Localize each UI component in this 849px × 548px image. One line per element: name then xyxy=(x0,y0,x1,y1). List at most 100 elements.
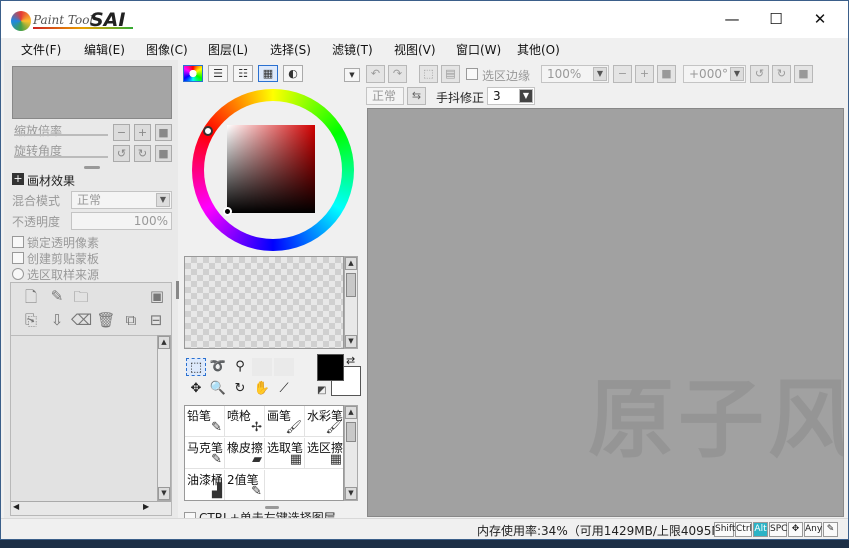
brush-pencil[interactable]: 铅笔 ✎ xyxy=(185,406,225,437)
hue-ring[interactable] xyxy=(192,89,354,251)
stabilizer-select[interactable]: 3 ▼ xyxy=(487,87,535,105)
mask-icon[interactable]: ▣ xyxy=(147,287,167,305)
scroll-down-icon[interactable]: ▼ xyxy=(345,335,357,348)
rotate-cw-icon[interactable]: ↻ xyxy=(772,65,791,83)
maximize-button[interactable]: ☐ xyxy=(753,5,799,33)
swatch-grid[interactable] xyxy=(184,256,344,349)
panel-menu-chevron-down-icon[interactable]: ▼ xyxy=(344,68,360,82)
brush-scrollbar[interactable]: ▲ ▼ xyxy=(344,405,358,501)
panel-splitter[interactable] xyxy=(84,166,100,169)
selection-edge-checkbox[interactable] xyxy=(466,68,478,80)
swap-colors-icon[interactable]: ⇄ xyxy=(346,354,355,367)
brush-airbrush[interactable]: 喷枪 ✢ xyxy=(225,406,265,437)
menu-view[interactable]: 视图(V) xyxy=(394,41,436,58)
scroll-up-icon[interactable]: ▲ xyxy=(345,257,357,270)
magic-wand-icon[interactable]: ⚲ xyxy=(230,358,250,376)
sv-marker[interactable] xyxy=(223,207,232,216)
zoom-select[interactable]: 100% ▼ xyxy=(541,65,609,83)
brush-select-pen[interactable]: 选取笔 ▦ xyxy=(265,438,305,469)
scroll-thumb[interactable] xyxy=(346,273,356,297)
flatten-icon[interactable]: ⊟ xyxy=(146,311,166,329)
menu-layer[interactable]: 图层(L) xyxy=(208,41,248,58)
layer-hscrollbar[interactable]: ◀ ▶ xyxy=(11,501,171,515)
deselect-icon[interactable]: ⬚ xyxy=(419,65,438,83)
brush-brush[interactable]: 画笔 🖌 xyxy=(265,406,305,437)
merge-layer-icon[interactable]: ⇩ xyxy=(47,311,67,329)
brush-eraser[interactable]: 橡皮擦 ▰ xyxy=(225,438,265,469)
zoom-in-button[interactable]: + xyxy=(134,124,151,141)
rotate-ccw-icon[interactable]: ↺ xyxy=(750,65,769,83)
scroll-up-icon[interactable]: ▲ xyxy=(345,406,357,419)
rotate-icon[interactable]: ↻ xyxy=(230,380,250,398)
palette-tab-icon[interactable]: ▦ xyxy=(258,65,278,82)
selection-source-radio[interactable] xyxy=(12,268,24,280)
zoom-fit-icon[interactable]: ■ xyxy=(657,65,676,83)
rotate-reset-icon[interactable]: ■ xyxy=(794,65,813,83)
close-button[interactable]: ✕ xyxy=(797,5,843,33)
clear-layer-icon[interactable]: ⌫ xyxy=(71,311,92,329)
swatch-scrollbar[interactable]: ▲ ▼ xyxy=(344,256,358,349)
brush-binary[interactable]: 2值笔 ✎ xyxy=(225,470,265,500)
menu-other[interactable]: 其他(O) xyxy=(517,41,560,58)
scroll-thumb[interactable] xyxy=(346,422,356,442)
rotate-reset-button[interactable]: ■ xyxy=(155,145,172,162)
scroll-up-icon[interactable]: ▲ xyxy=(158,336,170,349)
brush-watercolor[interactable]: 水彩笔 🖌 xyxy=(305,406,343,437)
brush-select-eraser[interactable]: 选区擦 ▦ xyxy=(305,438,343,469)
saturation-value-square[interactable] xyxy=(227,125,315,213)
left-panel-splitter[interactable] xyxy=(176,281,179,299)
lasso-icon[interactable]: ➰ xyxy=(208,358,228,376)
menu-window[interactable]: 窗口(W) xyxy=(456,41,501,58)
merge-visible-icon[interactable]: ⧉ xyxy=(121,311,141,329)
new-folder-icon[interactable]: 🗀 xyxy=(71,287,91,312)
menu-edit[interactable]: 编辑(E) xyxy=(84,41,125,58)
new-layer-icon[interactable]: 🗋 xyxy=(21,287,41,312)
rotate-left-button[interactable]: ↺ xyxy=(113,145,130,162)
clip-mask-checkbox[interactable] xyxy=(12,252,24,264)
menu-select[interactable]: 选择(S) xyxy=(270,41,311,58)
lock-alpha-checkbox[interactable] xyxy=(12,236,24,248)
zoom-out-icon[interactable]: − xyxy=(613,65,632,83)
menu-file[interactable]: 文件(F) xyxy=(21,41,61,58)
move-icon[interactable]: ✥ xyxy=(186,380,206,398)
navigator-preview[interactable] xyxy=(12,66,172,119)
primary-color-swatch[interactable] xyxy=(317,354,344,381)
color-wheel-tab-icon[interactable] xyxy=(183,65,203,82)
canvas-mode-select[interactable]: 正常 xyxy=(366,87,404,105)
zoom-slider[interactable] xyxy=(14,134,108,136)
scroll-right-icon[interactable]: ▶ xyxy=(143,502,149,511)
menu-image[interactable]: 图像(C) xyxy=(146,41,188,58)
scratchpad-tab-icon[interactable]: ◐ xyxy=(283,65,303,82)
brush-bucket[interactable]: 油漆桶 ▟ xyxy=(185,470,225,500)
rotate-slider[interactable] xyxy=(14,156,108,158)
new-linework-layer-icon[interactable]: ✎ xyxy=(47,287,67,305)
layer-scrollbar[interactable]: ▲ ▼ xyxy=(157,335,171,501)
zoom-in-icon[interactable]: + xyxy=(635,65,654,83)
scroll-down-icon[interactable]: ▼ xyxy=(158,487,170,500)
layer-list[interactable]: 🗋 ✎ 🗀 ▣ ⎘ ⇩ ⌫ 🗑 ⧉ ⊟ ▲ ▼ ◀ ▶ xyxy=(10,282,172,516)
scroll-left-icon[interactable]: ◀ xyxy=(13,502,19,511)
undo-icon[interactable]: ↶ xyxy=(366,65,385,83)
canvas-area[interactable]: 原子风 xyxy=(367,108,844,517)
delete-layer-icon[interactable]: 🗑 xyxy=(96,311,116,329)
minimize-button[interactable]: — xyxy=(709,5,755,33)
eyedropper-icon[interactable]: ⟋ xyxy=(274,380,294,398)
reset-colors-icon[interactable]: ◩ xyxy=(317,385,326,396)
brush-marker[interactable]: 马克笔 ✎ xyxy=(185,438,225,469)
texture-expand-icon[interactable]: + xyxy=(12,173,24,185)
hue-marker[interactable] xyxy=(203,126,213,136)
zoom-icon[interactable]: 🔍 xyxy=(208,380,228,398)
rect-select-icon[interactable]: ⬚ xyxy=(186,358,206,376)
scroll-down-icon[interactable]: ▼ xyxy=(345,487,357,500)
flip-horizontal-icon[interactable]: ⇆ xyxy=(407,87,426,105)
invert-selection-icon[interactable]: ▤ xyxy=(441,65,460,83)
rgb-slider-tab-icon[interactable]: ☰ xyxy=(208,65,228,82)
blend-mode-select[interactable]: 正常 ▼ xyxy=(71,191,172,209)
redo-icon[interactable]: ↷ xyxy=(388,65,407,83)
zoom-reset-button[interactable]: ■ xyxy=(155,124,172,141)
opacity-slider[interactable]: 100% xyxy=(71,212,172,230)
zoom-out-button[interactable]: − xyxy=(113,124,130,141)
copy-layer-icon[interactable]: ⎘ xyxy=(21,311,41,329)
rotation-select[interactable]: +000° ▼ xyxy=(683,65,746,83)
rotate-right-button[interactable]: ↻ xyxy=(134,145,151,162)
